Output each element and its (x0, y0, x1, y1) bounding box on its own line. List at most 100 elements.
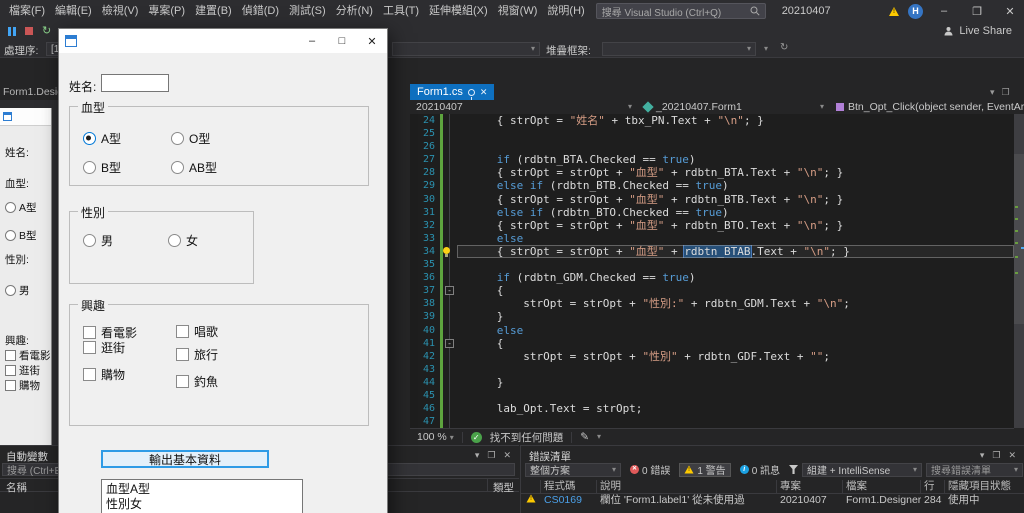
navbar-type-dropdown[interactable]: _20210407.Form1 ▾ (638, 100, 830, 114)
code-line[interactable]: 31 else if (rdbtn_BTO.Checked == true) (410, 205, 1014, 219)
code-line[interactable]: 46 lab_Opt.Text = strOpt; (410, 402, 1014, 416)
column-header-suppression[interactable]: 隱藏項目狀態 (945, 480, 1024, 493)
designer-label[interactable]: 興趣: (5, 333, 29, 348)
zoom-control[interactable]: 100 % ▾ (417, 431, 454, 443)
dialog-close-button[interactable]: ✕ (357, 29, 387, 53)
document-health-check-icon[interactable]: ✓ (470, 431, 482, 443)
code-line[interactable]: 38 strOpt = strOpt + "性別:" + rdbtn_GDM.T… (410, 297, 1014, 311)
code-line[interactable]: 26 (410, 140, 1014, 154)
messages-filter-button[interactable]: i 0 訊息 (735, 463, 785, 477)
checkbox-travel[interactable]: 旅行 (176, 347, 218, 362)
code-text[interactable]: else (457, 324, 1014, 337)
radio-gender-female[interactable]: 女 (168, 233, 198, 248)
pin-icon[interactable] (467, 88, 475, 100)
menu-item[interactable]: 工具(T) (378, 0, 424, 22)
code-text[interactable]: strOpt = strOpt + "性別" + rdbtn_GDF.Text … (457, 350, 1014, 363)
column-header-type[interactable]: 類型 (493, 480, 514, 495)
error-list-search-input[interactable]: 搜尋錯誤清單 ▾ (926, 462, 1023, 477)
thread-combo[interactable]: ▾ (392, 42, 540, 56)
column-header-description[interactable]: 說明 (597, 480, 777, 493)
menu-item[interactable]: 延伸模組(X) (424, 0, 493, 22)
checkbox-sing[interactable]: 唱歌 (176, 324, 218, 339)
radio-gender-male[interactable]: 男 (83, 233, 113, 248)
restart-icon[interactable]: ↻ (42, 25, 51, 37)
dialog-minimize-button[interactable]: – (297, 29, 327, 53)
window-minimize-button[interactable]: – (932, 0, 956, 22)
designer-form-preview[interactable]: 姓名: 血型: A型 B型 性別: 男 興趣: 看電影 逛街 購物 (0, 108, 52, 445)
forms-designer-surface[interactable]: 姓名: 血型: A型 B型 性別: 男 興趣: 看電影 逛街 購物 (0, 100, 58, 445)
designer-label[interactable]: 血型: (5, 176, 29, 191)
code-text[interactable] (457, 363, 1014, 376)
code-line[interactable]: 44 } (410, 375, 1014, 390)
code-line[interactable]: 43 (410, 362, 1014, 376)
checkbox-movie[interactable]: 看電影 (83, 325, 137, 340)
refresh-icon[interactable]: ↻ (780, 43, 788, 53)
code-text[interactable]: else (457, 232, 1014, 245)
code-line[interactable]: 24 { strOpt = "姓名" + tbx_PN.Text + "\n";… (410, 114, 1014, 128)
code-line[interactable]: 35 (410, 258, 1014, 272)
checkbox-shopping-street[interactable]: 逛街 (83, 340, 125, 355)
output-textbox[interactable]: 血型A型 性別女 (101, 479, 303, 513)
radio-blood-ab[interactable]: AB型 (171, 160, 217, 175)
name-input[interactable] (101, 74, 169, 92)
checkbox-buy[interactable]: 購物 (83, 367, 125, 382)
code-text[interactable] (457, 258, 1014, 271)
code-line[interactable]: 25 (410, 127, 1014, 141)
designer-label[interactable]: 性別: (5, 252, 29, 267)
code-text[interactable]: { strOpt = strOpt + "血型" + rdbtn_BTA.Tex… (457, 166, 1014, 179)
chevron-down-icon[interactable]: ▾ (597, 433, 601, 441)
code-text[interactable]: { strOpt = "姓名" + tbx_PN.Text + "\n"; } (457, 114, 1014, 127)
float-window-icon[interactable]: ❐ (1002, 87, 1010, 98)
code-text[interactable]: else if (rdbtn_BTB.Checked == true) (457, 179, 1014, 192)
errors-filter-button[interactable]: ✕ 0 錯誤 (625, 463, 675, 477)
code-line[interactable]: 34 { strOpt = strOpt + "血型" + rdbtn_BTAB… (410, 244, 1014, 259)
code-line[interactable]: 28 { strOpt = strOpt + "血型" + rdbtn_BTA.… (410, 166, 1014, 180)
code-text[interactable]: strOpt = strOpt + "性別:" + rdbtn_GDM.Text… (457, 297, 1014, 310)
navbar-project-dropdown[interactable]: 20210407 ▾ (410, 100, 638, 114)
code-line[interactable]: 42 strOpt = strOpt + "性別" + rdbtn_GDF.Te… (410, 349, 1014, 363)
window-maximize-button[interactable]: ❐ (965, 0, 989, 22)
close-icon[interactable]: ✕ (480, 87, 488, 98)
column-header-code[interactable]: 程式碼 (541, 480, 597, 493)
radio-blood-o[interactable]: O型 (171, 131, 210, 146)
column-header-name[interactable]: 名稱 (6, 480, 27, 495)
tab-form1-cs[interactable]: Form1.cs ✕ (410, 84, 495, 100)
menu-item[interactable]: 視窗(W) (493, 0, 543, 22)
menu-item[interactable]: 檔案(F) (4, 0, 50, 22)
designer-radio[interactable]: A型 (5, 200, 37, 215)
designer-checkbox[interactable]: 購物 (5, 378, 40, 393)
fold-toggle-icon[interactable]: - (445, 286, 454, 296)
designer-label[interactable]: 姓名: (5, 145, 29, 160)
stack-frame-combo[interactable]: ▾ (602, 42, 756, 56)
code-text[interactable] (457, 140, 1014, 153)
editor-scrollbar[interactable] (1014, 114, 1024, 428)
code-text[interactable]: { (457, 337, 1014, 350)
code-text[interactable]: else if (rdbtn_BTO.Checked == true) (457, 206, 1014, 219)
error-list-row[interactable]: ! CS0169 欄位 'Form1.label1' 從未使用過 2021040… (521, 494, 1024, 506)
radio-blood-a[interactable]: A型 (83, 131, 121, 146)
edit-mode-icon[interactable]: ✎ (580, 431, 589, 443)
designer-radio[interactable]: 男 (5, 283, 30, 298)
menu-item[interactable]: 建置(B) (190, 0, 237, 22)
code-text[interactable]: { (457, 284, 1014, 297)
code-line[interactable]: 33 else (410, 231, 1014, 246)
navbar-member-dropdown[interactable]: Btn_Opt_Click(object sender, EventArgs e… (830, 100, 1024, 114)
break-all-icon[interactable] (8, 26, 16, 36)
code-line[interactable]: 29 else if (rdbtn_BTB.Checked == true) (410, 179, 1014, 193)
output-basic-info-button[interactable]: 輸出基本資料 (101, 450, 269, 468)
code-text[interactable]: { strOpt = strOpt + "血型" + rdbtn_BTAB.Te… (457, 244, 1014, 259)
dialog-maximize-button[interactable]: □ (327, 29, 357, 53)
column-header-file[interactable]: 檔案 (843, 480, 921, 493)
code-text[interactable]: { strOpt = strOpt + "血型" + rdbtn_BTB.Tex… (457, 193, 1014, 206)
scrollbar-thumb[interactable] (1014, 154, 1024, 324)
menu-item[interactable]: 偵錯(D) (237, 0, 284, 22)
designer-radio[interactable]: B型 (5, 228, 37, 243)
column-header-project[interactable]: 專案 (777, 480, 843, 493)
code-text[interactable]: if (rdbtn_GDM.Checked == true) (457, 271, 1014, 284)
source-filter-dropdown[interactable]: 組建 + IntelliSense ▾ (802, 462, 923, 477)
dialog-titlebar[interactable]: – □ ✕ (59, 29, 387, 53)
designer-checkbox[interactable]: 看電影 (5, 348, 51, 363)
code-text[interactable]: if (rdbtn_BTA.Checked == true) (457, 153, 1014, 166)
code-line[interactable]: 45 (410, 388, 1014, 403)
vs-quick-search[interactable]: 搜尋 Visual Studio (Ctrl+Q) (595, 3, 766, 19)
